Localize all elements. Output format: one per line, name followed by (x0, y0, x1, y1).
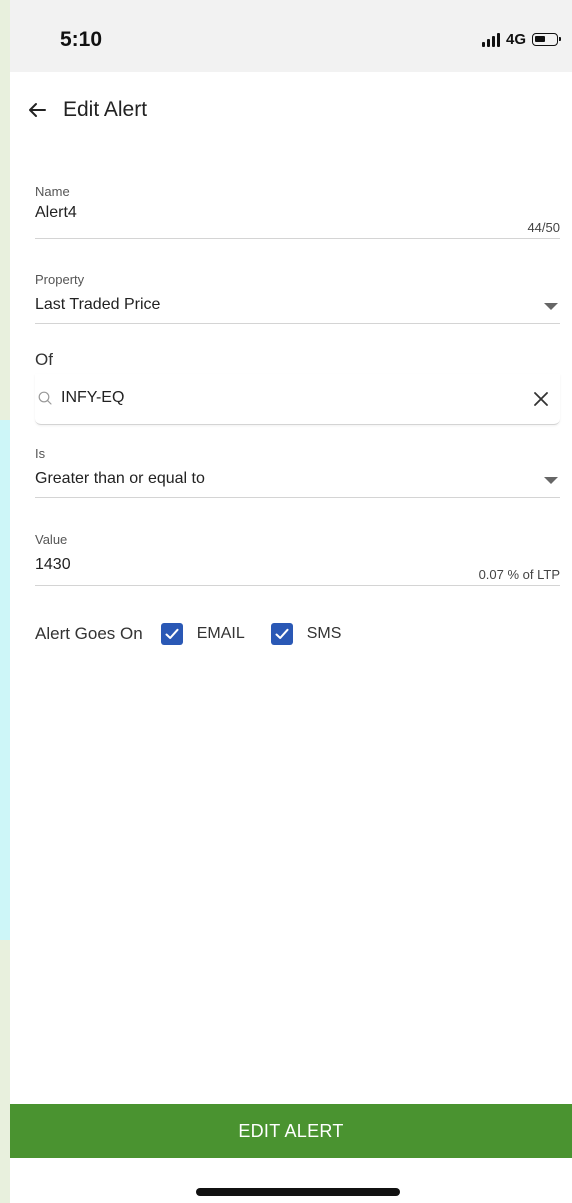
edit-alert-button[interactable]: EDIT ALERT (10, 1104, 572, 1158)
signal-icon (481, 32, 500, 47)
email-checkbox[interactable] (160, 623, 183, 645)
value-ltp-percent: 0.07 % of LTP (478, 567, 560, 582)
value-label: Value (35, 532, 68, 547)
sms-checkbox[interactable] (270, 623, 293, 645)
sms-checkbox-label: SMS (306, 625, 342, 642)
of-label: Of (35, 350, 53, 369)
property-dropdown[interactable]: Property Last Traded Price (35, 270, 560, 326)
page-title: Edit Alert (63, 98, 148, 121)
status-bar: 5:10 4G (10, 0, 572, 72)
checkmark-icon (165, 628, 179, 639)
email-checkbox-option[interactable]: EMAIL (160, 623, 245, 645)
symbol-search-input[interactable]: INFY-EQ (35, 374, 560, 425)
back-arrow-icon[interactable] (27, 100, 47, 120)
search-icon (38, 391, 52, 405)
sms-checkbox-option[interactable]: SMS (270, 623, 342, 645)
property-value: Last Traded Price (35, 296, 161, 313)
property-label: Property (35, 272, 85, 287)
chevron-down-icon (544, 303, 558, 310)
name-input[interactable]: Alert4 (35, 204, 77, 222)
close-icon[interactable] (534, 392, 548, 406)
alert-goes-on-label: Alert Goes On (35, 624, 143, 643)
name-char-counter: 44/50 (527, 220, 560, 235)
symbol-search-value: INFY-EQ (61, 389, 125, 406)
value-underline (35, 585, 560, 586)
condition-label: Is (35, 446, 46, 461)
condition-underline (35, 497, 560, 498)
background-strip (0, 420, 10, 940)
condition-value: Greater than or equal to (35, 470, 205, 487)
email-checkbox-label: EMAIL (196, 625, 245, 642)
network-type: 4G (505, 31, 526, 48)
checkmark-icon (275, 628, 289, 639)
value-input[interactable]: 1430 (35, 556, 71, 574)
app-screen: 5:10 4G Edit Alert Name Alert4 44/50 Pro… (10, 0, 572, 1203)
battery-icon (532, 33, 561, 46)
status-indicators: 4G (481, 31, 561, 48)
home-indicator (196, 1188, 400, 1196)
app-header: Edit Alert (10, 72, 572, 150)
status-time: 5:10 (60, 28, 103, 51)
condition-dropdown[interactable]: Is Greater than or equal to (35, 444, 560, 500)
property-underline (35, 323, 560, 324)
name-label: Name (35, 184, 70, 199)
name-underline (35, 238, 560, 239)
chevron-down-icon (544, 477, 558, 484)
alert-channels-row: Alert Goes On EMAIL SMS (35, 619, 367, 649)
value-field[interactable]: Value 1430 0.07 % of LTP (35, 530, 560, 588)
name-field[interactable]: Name Alert4 44/50 (35, 182, 560, 240)
